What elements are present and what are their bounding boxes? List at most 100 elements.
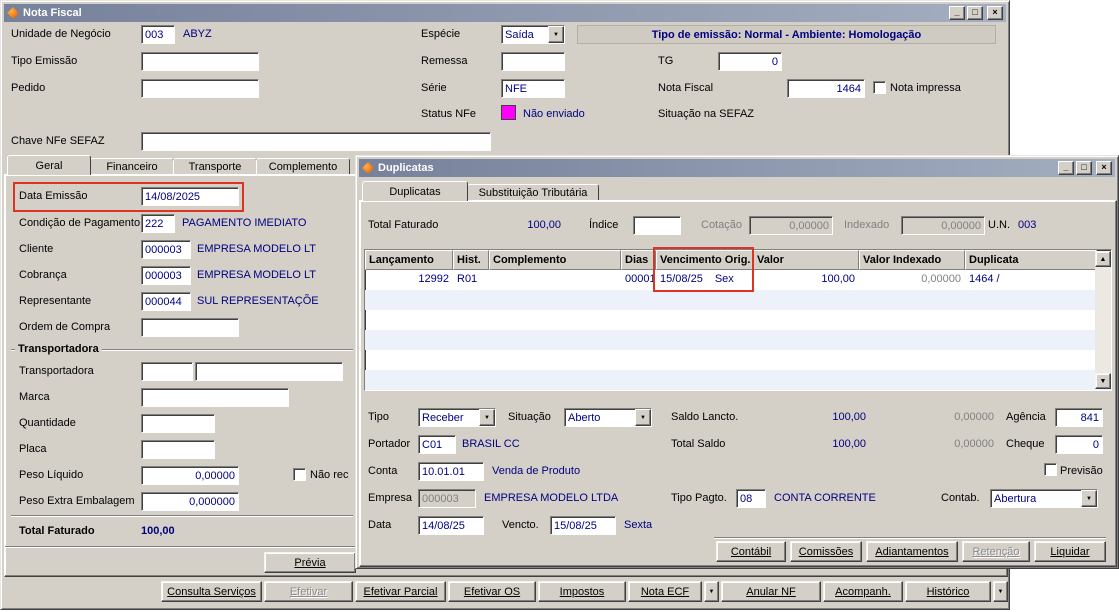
transportadora-code-field[interactable] [141, 362, 193, 381]
previsao-checkbox[interactable] [1044, 463, 1057, 476]
scroll-down-icon[interactable]: ▼ [1095, 373, 1111, 389]
cell-complemento[interactable] [489, 270, 621, 290]
table-row-empty[interactable] [365, 370, 1111, 390]
agencia-field[interactable]: 841 [1055, 408, 1103, 427]
tab-complemento[interactable]: Complemento [256, 158, 350, 175]
especie-label: Espécie [421, 28, 461, 40]
tipo-select[interactable]: Receber ▼ [418, 408, 496, 427]
table-row[interactable]: 12992 R01 00001 15/08/25 Sex 100,00 0,000… [365, 270, 1111, 290]
chevron-down-icon[interactable]: ▼ [548, 26, 564, 43]
nota-ecf-dropdown-icon[interactable]: ▼ [704, 581, 719, 602]
quantidade-field[interactable] [141, 414, 215, 433]
situacao-select[interactable]: Aberto ▼ [564, 408, 652, 427]
unidade-negocio-field[interactable]: 003 [141, 25, 175, 44]
cell-lancamento[interactable]: 12992 [365, 270, 453, 290]
cell-valor-indexado[interactable]: 0,00000 [859, 270, 965, 290]
comissoes-button[interactable]: Comissões [790, 541, 862, 562]
col-dias[interactable]: Dias [621, 250, 656, 270]
placa-field[interactable] [141, 440, 215, 459]
app-icon [7, 7, 19, 19]
marca-field[interactable] [141, 388, 289, 407]
indice-field[interactable] [633, 216, 681, 235]
acompanh-button[interactable]: Acompanh. [823, 581, 903, 602]
table-row-empty[interactable] [365, 290, 1111, 310]
tab-duplicatas[interactable]: Duplicatas [362, 181, 468, 201]
close-icon[interactable]: × [987, 6, 1003, 20]
nota-impressa-checkbox[interactable] [873, 81, 886, 94]
anular-nf-button[interactable]: Anular NF [721, 581, 821, 602]
chevron-down-icon[interactable]: ▼ [479, 409, 495, 426]
minimize-icon[interactable]: _ [949, 6, 965, 20]
chevron-down-icon[interactable]: ▼ [1081, 490, 1097, 507]
previa-button[interactable]: Prévia [264, 552, 356, 573]
table-row-empty[interactable] [365, 330, 1111, 350]
peso-liquido-field[interactable]: 0,00000 [141, 466, 239, 485]
nota-fiscal-titlebar[interactable]: Nota Fiscal _ □ × [4, 4, 1006, 22]
condicao-pagamento-field[interactable]: 222 [141, 214, 175, 233]
historico-dropdown-icon[interactable]: ▼ [993, 581, 1008, 602]
efetivar-os-button[interactable]: Efetivar OS [448, 581, 536, 602]
historico-button[interactable]: Histórico [905, 581, 991, 602]
serie-field[interactable]: NFE [501, 79, 565, 98]
col-duplicata[interactable]: Duplicata [965, 250, 1097, 270]
nota-ecf-button[interactable]: Nota ECF [628, 581, 702, 602]
tab-financeiro[interactable]: Financeiro [90, 158, 174, 175]
tab-substituicao-tributaria[interactable]: Substituição Tributária [467, 184, 599, 201]
duplicatas-titlebar[interactable]: Duplicatas _ □ × [359, 159, 1115, 177]
representante-field[interactable]: 000044 [141, 292, 191, 311]
portador-field[interactable]: C01 [418, 435, 456, 454]
liquidar-button[interactable]: Liquidar [1034, 541, 1106, 562]
especie-select[interactable]: Saída ▼ [501, 25, 565, 44]
unidade-negocio-label: Unidade de Negócio [11, 28, 111, 40]
table-row-empty[interactable] [365, 350, 1111, 370]
close-icon[interactable]: × [1096, 161, 1112, 175]
nota-impressa-label: Nota impressa [890, 82, 961, 94]
cell-vencimento-orig[interactable]: 15/08/25 Sex [656, 270, 753, 290]
tg-field[interactable]: 0 [718, 52, 782, 71]
maximize-icon[interactable]: □ [967, 6, 983, 20]
col-complemento[interactable]: Complemento [489, 250, 621, 270]
remessa-field[interactable] [501, 52, 565, 71]
cobranca-field[interactable]: 000003 [141, 266, 191, 285]
cliente-field[interactable]: 000003 [141, 240, 191, 259]
vertical-scrollbar[interactable]: ▲ ▼ [1095, 251, 1111, 389]
col-lancamento[interactable]: Lançamento [365, 250, 453, 270]
conta-field[interactable]: 10.01.01 [418, 462, 484, 481]
consulta-servicos-button[interactable]: Consulta Serviços [161, 581, 262, 602]
chave-nfe-field[interactable] [141, 132, 491, 151]
table-header: Lançamento Hist. Complemento Dias Vencim… [365, 250, 1111, 270]
col-valor-indexado[interactable]: Valor Indexado [859, 250, 965, 270]
tipo-emissao-field[interactable] [141, 52, 259, 71]
col-hist[interactable]: Hist. [453, 250, 489, 270]
col-valor[interactable]: Valor [753, 250, 859, 270]
tab-geral[interactable]: Geral [7, 155, 91, 175]
cell-duplicata[interactable]: 1464 / [965, 270, 1097, 290]
cell-valor[interactable]: 100,00 [753, 270, 859, 290]
contabil-button[interactable]: Contábil [716, 541, 786, 562]
data-field[interactable]: 14/08/25 [418, 516, 484, 535]
cell-hist[interactable]: R01 [453, 270, 489, 290]
impostos-button[interactable]: Impostos [538, 581, 626, 602]
pedido-label: Pedido [11, 82, 46, 94]
transportadora-desc-field[interactable] [195, 362, 343, 381]
minimize-icon[interactable]: _ [1058, 161, 1074, 175]
nao-rec-checkbox[interactable] [293, 468, 306, 481]
tab-transporte[interactable]: Transporte [173, 158, 257, 175]
adiantamentos-button[interactable]: Adiantamentos [866, 541, 958, 562]
tipo-pagto-field[interactable]: 08 [736, 489, 766, 508]
chevron-down-icon[interactable]: ▼ [635, 409, 651, 426]
efetivar-parcial-button[interactable]: Efetivar Parcial [355, 581, 446, 602]
col-vencimento-orig[interactable]: Vencimento Orig. [656, 250, 753, 270]
nota-fiscal-field[interactable]: 1464 [787, 79, 865, 98]
pedido-field[interactable] [141, 79, 259, 98]
scroll-up-icon[interactable]: ▲ [1095, 251, 1111, 267]
cell-dias[interactable]: 00001 [621, 270, 656, 290]
maximize-icon[interactable]: □ [1076, 161, 1092, 175]
cheque-field[interactable]: 0 [1055, 435, 1103, 454]
peso-extra-field[interactable]: 0,000000 [141, 492, 239, 511]
ordem-compra-field[interactable] [141, 318, 239, 337]
table-row-empty[interactable] [365, 310, 1111, 330]
vencto-field[interactable]: 15/08/25 [550, 516, 616, 535]
data-emissao-field[interactable]: 14/08/2025 [141, 187, 239, 206]
contab-select[interactable]: Abertura ▼ [990, 489, 1098, 508]
